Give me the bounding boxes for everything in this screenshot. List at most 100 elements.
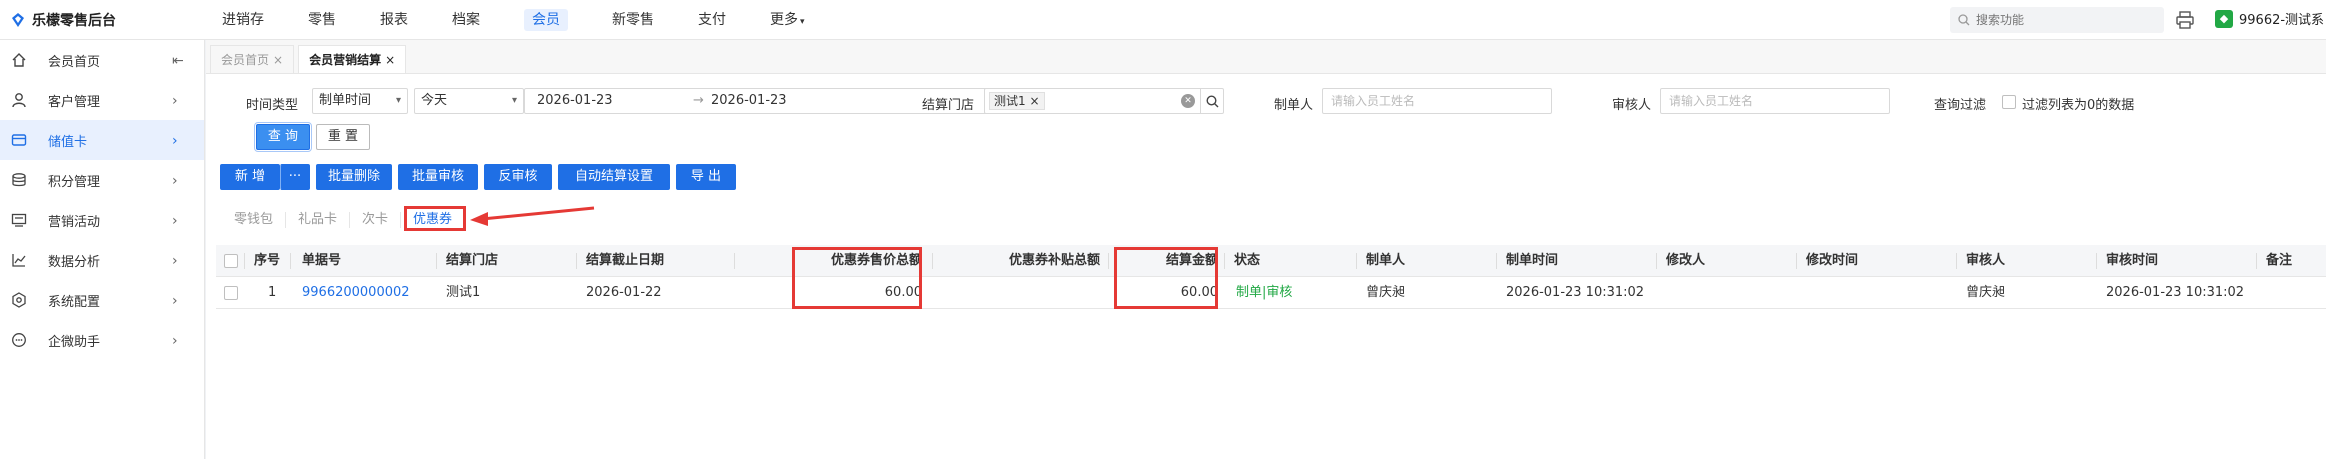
annotation-arrow-icon: [470, 206, 595, 226]
store-icon: ◆: [2215, 9, 2233, 28]
close-icon[interactable]: ×: [385, 53, 395, 67]
subtab-wallet[interactable]: 零钱包: [222, 212, 287, 228]
store-select[interactable]: 测试1 × ✕: [984, 88, 1224, 114]
sidebar-item-customer[interactable]: 客户管理 ›: [0, 80, 204, 120]
cell-maker: 曾庆昶: [1366, 285, 1406, 300]
chevron-right-icon: ›: [172, 173, 178, 189]
app-logo[interactable]: 乐檬零售后台: [10, 10, 116, 30]
query-button[interactable]: 查 询: [254, 122, 312, 152]
col-remark: 备注: [2266, 253, 2293, 268]
collapse-sidebar-icon[interactable]: ⇤: [172, 53, 184, 69]
current-store[interactable]: ◆ 99662-测试系: [2215, 9, 2324, 28]
chevron-right-icon: ›: [172, 213, 178, 229]
top-bar: 乐檬零售后台 进销存 零售 报表 档案 会员 新零售 支付 更多▾ ◆ 9966…: [0, 0, 2326, 40]
row-checkbox[interactable]: [224, 286, 238, 300]
cell-index: 1: [268, 285, 277, 300]
printer-icon[interactable]: [2175, 11, 2195, 29]
sidebar-item-wecom-assistant[interactable]: 企微助手 ›: [0, 320, 204, 360]
chat-icon: [10, 331, 28, 349]
sidebar-item-member-home[interactable]: 会员首页 ⇤: [0, 40, 204, 80]
period-select[interactable]: 今天 ▾: [414, 88, 524, 114]
reverse-audit-button[interactable]: 反审核: [484, 164, 552, 190]
nav-archive[interactable]: 档案: [430, 0, 502, 40]
tag-close-icon[interactable]: ×: [1029, 94, 1039, 108]
nav-member[interactable]: 会员: [502, 0, 590, 40]
filter-zero-label: 过滤列表为0的数据: [2022, 98, 2135, 113]
sidebar-item-analytics[interactable]: 数据分析 ›: [0, 240, 204, 280]
maker-input[interactable]: [1322, 88, 1552, 114]
col-doc-no: 单据号: [302, 253, 342, 268]
reset-button[interactable]: 重 置: [316, 124, 370, 150]
table-header: 序号 单据号 结算门店 结算截止日期 优惠券售价总额 优惠券补贴总额 结算金额 …: [216, 245, 2326, 277]
sidebar: 会员首页 ⇤ 客户管理 › 储值卡 › 积分管理 › 营销活动 › 数据分析 ›: [0, 40, 205, 459]
highlight-coupon-sale-total: [792, 247, 922, 309]
col-coupon-subsidy-total: 优惠券补贴总额: [1008, 253, 1100, 268]
sidebar-item-marketing[interactable]: 营销活动 ›: [0, 200, 204, 240]
chevron-down-icon: ▾: [511, 95, 517, 106]
tab-member-settlement[interactable]: 会员营销结算 ×: [298, 45, 407, 73]
page-tabs: 会员首页 × 会员营销结算 ×: [206, 40, 2326, 74]
col-status: 状态: [1234, 253, 1261, 268]
function-search-input[interactable]: [1976, 13, 2156, 27]
clear-icon[interactable]: ✕: [1181, 94, 1195, 108]
close-icon[interactable]: ×: [273, 53, 283, 67]
export-button[interactable]: 导 出: [676, 164, 736, 190]
chevron-right-icon: ›: [172, 93, 178, 109]
nav-new-retail[interactable]: 新零售: [590, 0, 676, 40]
cell-audit-time: 2026-01-23 10:31:02: [2106, 285, 2245, 300]
col-deadline: 结算截止日期: [586, 253, 665, 268]
col-modifier: 修改人: [1666, 253, 1706, 268]
settings-icon: [10, 291, 28, 309]
tab-member-home[interactable]: 会员首页 ×: [210, 45, 295, 73]
batch-audit-button[interactable]: 批量审核: [398, 164, 478, 190]
cell-coupon-subsidy-total: [976, 277, 1100, 309]
time-type-select[interactable]: 制单时间 ▾: [312, 88, 408, 114]
nav-more[interactable]: 更多 ▾: [748, 0, 827, 40]
store-name: 99662-测试系: [2239, 13, 2325, 28]
store-tag: 测试1 ×: [989, 92, 1045, 110]
col-make-time: 制单时间: [1506, 253, 1559, 268]
more-actions-button[interactable]: ···: [280, 164, 310, 190]
sidebar-item-points[interactable]: 积分管理 ›: [0, 160, 204, 200]
store-label: 结算门店: [922, 98, 975, 113]
add-button[interactable]: 新 增: [220, 164, 280, 190]
chevron-right-icon: ›: [172, 293, 178, 309]
subtab-gift-card[interactable]: 礼品卡: [286, 212, 351, 228]
coins-icon: [10, 171, 28, 189]
auditor-input[interactable]: [1660, 88, 1890, 114]
filter-zero-checkbox[interactable]: [2002, 95, 2016, 109]
user-icon: [10, 91, 28, 109]
logo-icon: [12, 13, 24, 27]
nav-payment[interactable]: 支付: [676, 0, 748, 40]
date-end[interactable]: 2026-01-23: [711, 93, 787, 108]
cell-status[interactable]: 制单|审核: [1236, 277, 1292, 309]
sidebar-item-system-config[interactable]: 系统配置 ›: [0, 280, 204, 320]
batch-delete-button[interactable]: 批量删除: [316, 164, 392, 190]
subtab-count-card[interactable]: 次卡: [350, 212, 402, 228]
query-filter-label: 查询过滤: [1934, 98, 1987, 113]
maker-label: 制单人: [1274, 98, 1314, 113]
cell-make-time: 2026-01-23 10:31:02: [1506, 285, 1645, 300]
auditor-label: 审核人: [1612, 98, 1652, 113]
app-title: 乐檬零售后台: [32, 13, 116, 29]
col-maker: 制单人: [1366, 253, 1406, 268]
col-modify-time: 修改时间: [1806, 253, 1859, 268]
function-search[interactable]: [1950, 7, 2164, 33]
nav-reports[interactable]: 报表: [358, 0, 430, 40]
chevron-down-icon: ▾: [395, 95, 401, 106]
time-type-label: 时间类型: [246, 98, 299, 113]
table-row[interactable]: 1 9966200000002 测试1 2026-01-22 60.00 60.…: [216, 277, 2326, 309]
store-search-button[interactable]: [1200, 89, 1224, 113]
date-separator: →: [693, 93, 704, 108]
chart-icon: [10, 251, 28, 269]
nav-inventory[interactable]: 进销存: [200, 0, 286, 40]
sidebar-item-stored-card[interactable]: 储值卡 ›: [0, 120, 204, 160]
auto-settle-settings-button[interactable]: 自动结算设置: [558, 164, 670, 190]
campaign-icon: [10, 211, 28, 229]
top-nav: 进销存 零售 报表 档案 会员 新零售 支付 更多 ▾: [200, 0, 827, 40]
nav-retail[interactable]: 零售: [286, 0, 358, 40]
date-start[interactable]: 2026-01-23: [537, 93, 613, 108]
cell-doc-no-link[interactable]: 9966200000002: [302, 277, 410, 309]
select-all-checkbox[interactable]: [224, 254, 238, 268]
cell-deadline: 2026-01-22: [586, 285, 662, 300]
